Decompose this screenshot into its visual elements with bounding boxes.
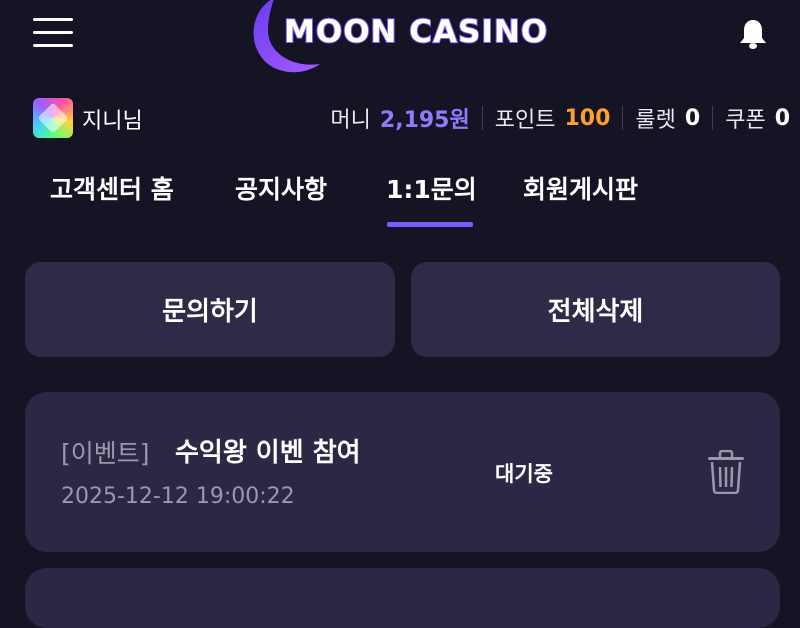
tab-member-board[interactable]: 회원게시판 [523, 170, 638, 206]
coupon-label: 쿠폰 [725, 108, 766, 133]
active-tab-indicator [387, 222, 473, 227]
point-label: 포인트 [494, 108, 556, 133]
balance-stats: 머니 2,195원 포인트 100 룰렛 0 쿠폰 0 [330, 102, 790, 134]
inquiry-date: 2025-12-12 19:00:22 [61, 484, 295, 509]
inquiry-card-next[interactable] [25, 568, 780, 628]
money-label: 머니 [330, 108, 371, 133]
coupon-value: 0 [774, 105, 790, 131]
roulette-label: 룰렛 [635, 108, 676, 133]
inquire-button[interactable]: 문의하기 [25, 262, 395, 357]
inquiry-status: 대기중 [495, 462, 553, 486]
username: 지니님 [82, 109, 143, 134]
logo-text: MOON CASINO [283, 13, 549, 51]
bell-icon[interactable] [738, 18, 768, 50]
inquiry-category: [이벤트] [61, 439, 150, 468]
hamburger-menu-icon[interactable] [33, 18, 73, 48]
tab-support-home[interactable]: 고객센터 홈 [50, 170, 174, 206]
divider [622, 106, 624, 130]
delete-all-button[interactable]: 전체삭제 [411, 262, 780, 357]
support-tabs: 고객센터 홈 공지사항 1:1문의 회원게시판 [0, 160, 800, 230]
tab-one-to-one-inquiry[interactable]: 1:1문의 [386, 170, 477, 206]
money-value: 2,195원 [379, 108, 470, 133]
user-info-bar: 지니님 머니 2,195원 포인트 100 룰렛 0 쿠폰 0 [0, 92, 800, 142]
trash-icon[interactable] [706, 450, 746, 494]
point-value: 100 [564, 105, 611, 131]
logo[interactable]: MOON CASINO [244, 0, 564, 76]
avatar[interactable] [33, 98, 73, 138]
tab-notices[interactable]: 공지사항 [235, 170, 327, 206]
roulette-value: 0 [684, 105, 701, 131]
inquiry-title: 수익왕 이벤 참여 [175, 438, 361, 468]
inquiry-card[interactable]: [이벤트] 수익왕 이벤 참여 2025-12-12 19:00:22 대기중 [25, 392, 780, 552]
top-header: MOON CASINO [0, 0, 800, 78]
divider [481, 106, 483, 130]
divider [712, 106, 714, 130]
